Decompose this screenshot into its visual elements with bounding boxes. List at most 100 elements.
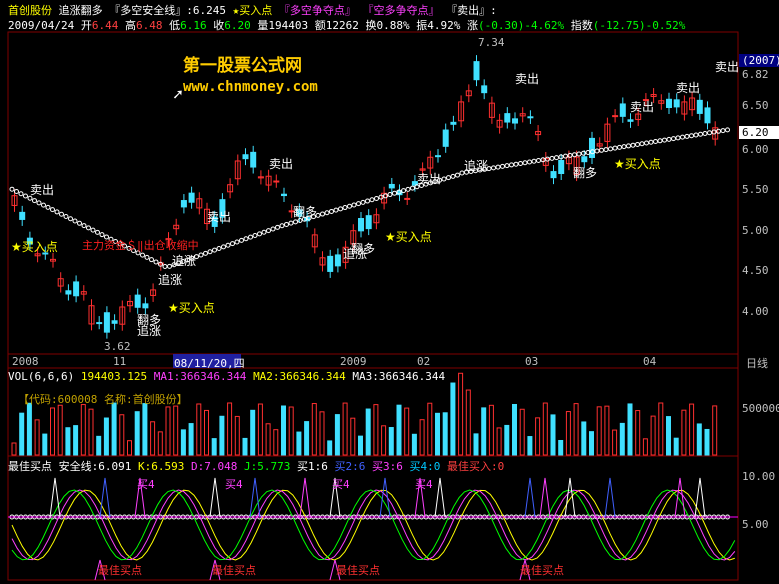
safety-dot — [639, 141, 645, 147]
price-tick: 4.50 — [742, 264, 769, 277]
volume-bar — [242, 437, 248, 456]
buy-signal: ★买入点 — [385, 230, 432, 244]
safety-dot — [23, 193, 28, 199]
volume-bar — [642, 438, 648, 456]
buy4-label: 买4 — [332, 478, 350, 491]
buy4-label: 买4 — [415, 478, 433, 491]
volume-bar — [573, 403, 579, 456]
safety-dot — [360, 199, 366, 205]
volume-bar — [704, 428, 710, 456]
indicator-tick: 5.00 — [742, 518, 769, 531]
safety-dot — [594, 148, 600, 154]
sell-signal: 卖出 — [30, 183, 55, 197]
safety-dot — [68, 216, 73, 222]
indicator-b3: 买3:6 — [371, 460, 403, 473]
candle-body — [365, 215, 372, 230]
volume-bar — [488, 404, 494, 456]
buy4-label: 买4 — [137, 478, 155, 491]
candle-body — [527, 116, 534, 119]
safety-dot — [392, 190, 397, 196]
safety-dot — [293, 219, 298, 225]
safety-dot — [725, 127, 730, 133]
safety-dot — [612, 145, 618, 151]
volume-bar — [396, 404, 402, 456]
safety-dot — [689, 133, 694, 139]
safety-dot — [18, 191, 24, 197]
safety-dot — [270, 226, 276, 232]
sell-signal: 卖出 — [417, 172, 442, 186]
chase-signal: 追涨 — [137, 324, 162, 338]
volume-bar — [558, 439, 564, 456]
safety-dot — [504, 163, 510, 169]
volume-bar — [535, 417, 541, 456]
volume-bar — [88, 408, 94, 456]
volume-bar — [11, 442, 17, 456]
safety-dot — [338, 206, 343, 212]
top-price-value: 6.82 — [742, 68, 769, 81]
watermark-url[interactable]: www.chnmoney.com — [183, 79, 318, 95]
safety-dot — [198, 252, 204, 258]
price-chart[interactable] — [0, 0, 779, 584]
indicator-tick: 10.00 — [742, 470, 776, 483]
indicator-b4: 买4:0 — [409, 460, 441, 473]
safety-dot — [45, 204, 51, 210]
safety-dot — [342, 205, 348, 211]
volume-bar — [19, 412, 25, 456]
candle-body — [481, 85, 488, 94]
best-buy-label: 最佳买点 — [212, 564, 256, 577]
safety-dot — [576, 151, 582, 157]
safety-dot — [617, 144, 622, 150]
volume-bar — [442, 412, 448, 456]
candle-body — [627, 119, 634, 122]
safety-dot — [320, 211, 325, 217]
volume-bar — [150, 421, 156, 456]
safety-dot — [252, 232, 258, 238]
safety-dot — [698, 131, 703, 137]
volume-bar — [589, 431, 594, 456]
safety-dot — [536, 158, 541, 164]
price-panel-frame — [7, 31, 739, 355]
date-label: 02 — [417, 355, 431, 368]
volume-bar — [327, 440, 333, 456]
safety-dot — [275, 224, 280, 230]
period-selector[interactable]: 日线 — [746, 355, 768, 371]
candle-body — [581, 156, 588, 163]
safety-dot — [621, 144, 627, 150]
candle-body — [504, 113, 511, 123]
signal-spike — [434, 477, 446, 518]
safety-dot — [333, 207, 339, 213]
signal-spike — [694, 477, 706, 518]
volume-bar — [458, 372, 464, 456]
candle-body — [134, 294, 141, 308]
safety-dot — [50, 207, 55, 213]
safety-dot — [356, 201, 361, 207]
signal-spike — [299, 477, 311, 518]
volume-bar — [581, 421, 587, 456]
safety-dot — [662, 137, 667, 143]
candle-body — [103, 312, 110, 333]
volume-bar — [342, 402, 348, 456]
safety-dot — [441, 176, 447, 182]
date-label: 2009 — [340, 355, 367, 368]
volume-bar — [142, 403, 148, 456]
volume-bar — [650, 415, 656, 456]
volume-bar — [358, 435, 363, 456]
volume-bar — [319, 411, 325, 456]
volume-bar — [373, 404, 379, 456]
vol-ma3: MA3:366346.344 — [352, 370, 446, 383]
candle-body — [673, 99, 680, 108]
safety-dot — [387, 192, 393, 198]
safety-dot — [41, 202, 46, 208]
safety-dot — [653, 139, 658, 145]
indicator-b2: 买2:6 — [334, 460, 366, 473]
indicator-k: K:6.593 — [138, 460, 185, 473]
indicator-line — [11, 489, 736, 561]
price-tick: 6.00 — [742, 143, 769, 156]
volume-bar — [34, 419, 40, 456]
candle-body — [450, 121, 457, 125]
volume-bars — [11, 372, 718, 456]
candle-body — [612, 115, 619, 118]
safety-dot — [149, 257, 154, 263]
volume-bar — [265, 423, 271, 456]
safety-dot — [36, 200, 42, 206]
